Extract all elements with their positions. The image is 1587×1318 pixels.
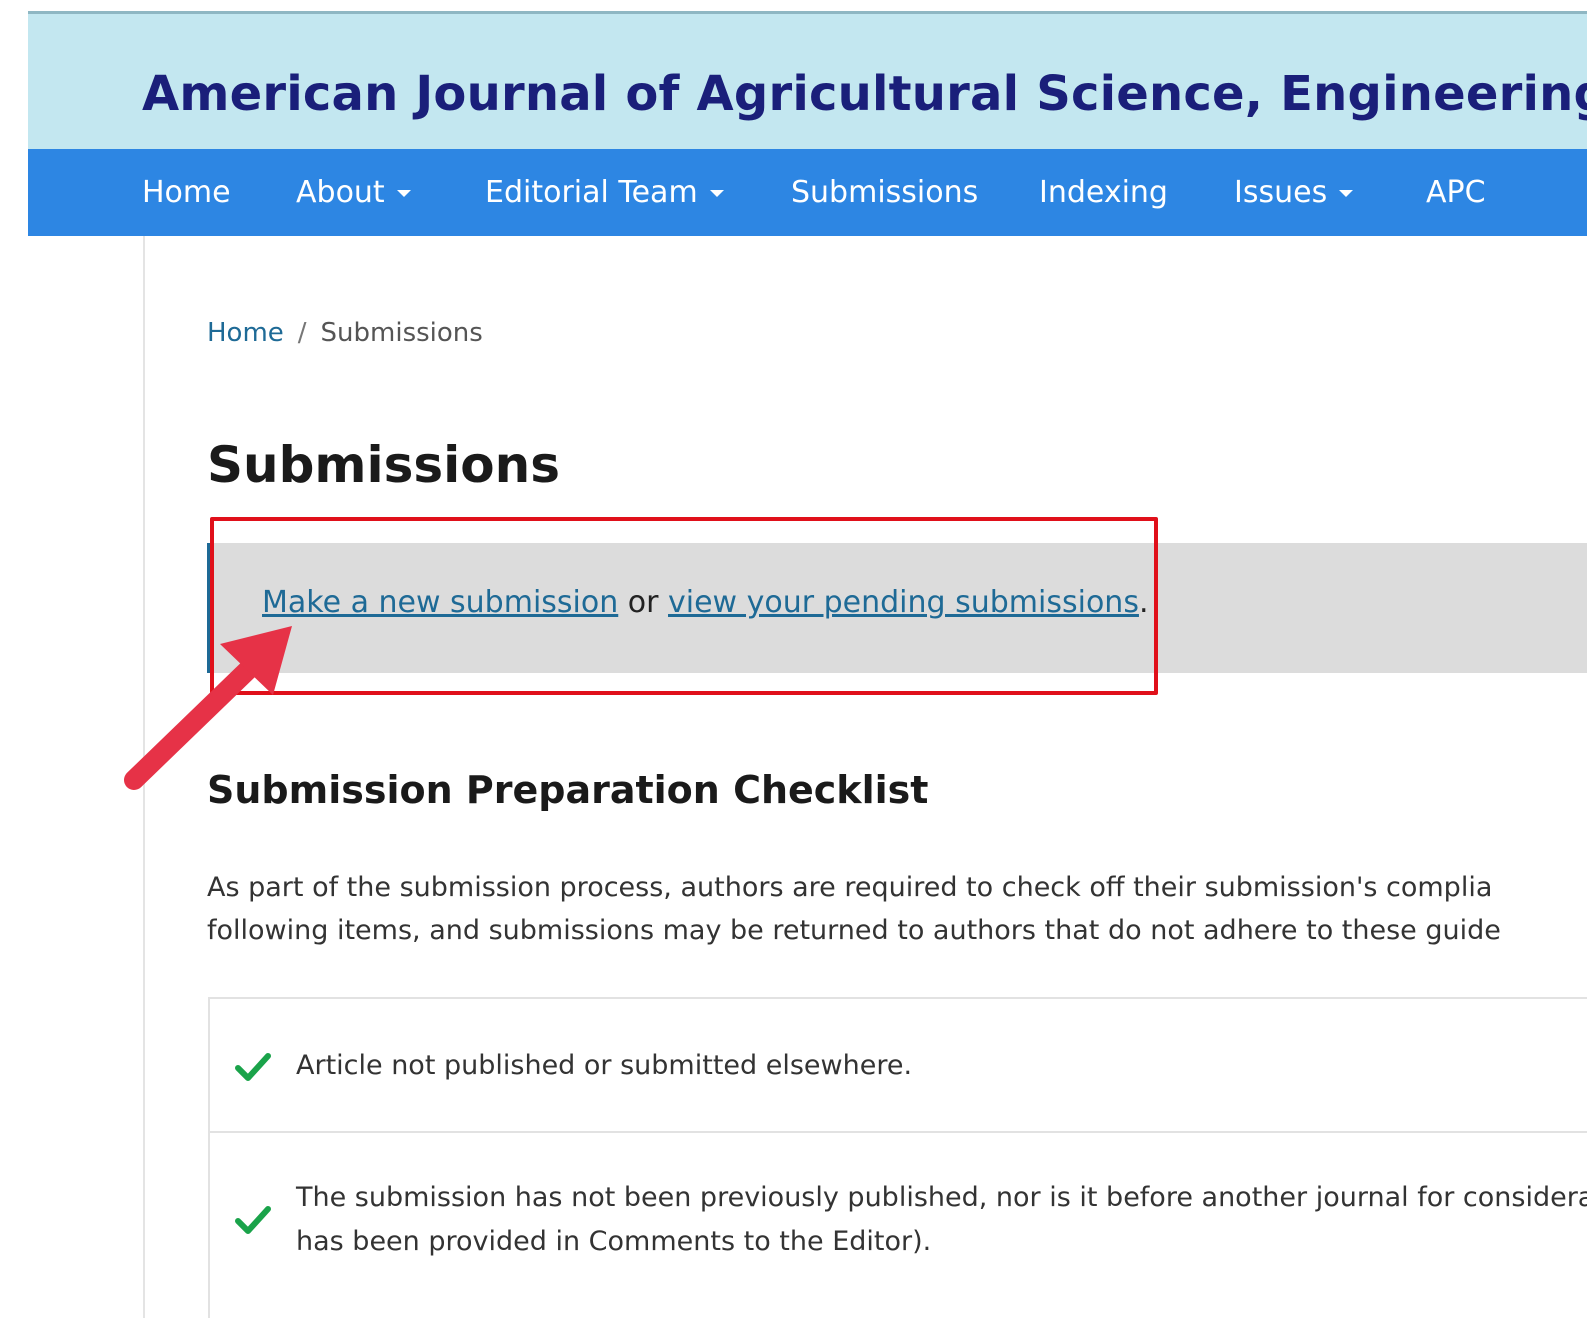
nav-item-apc[interactable]: APC	[1426, 149, 1486, 236]
checklist	[208, 997, 1587, 1318]
breadcrumb-home-link[interactable]: Home	[207, 318, 284, 348]
checklist-item-continued: has been provided in Comments to the Edi…	[296, 1226, 932, 1257]
nav-item-indexing[interactable]: Indexing	[1039, 149, 1168, 236]
nav-item-label: Editorial Team	[485, 175, 698, 210]
checklist-item: Article not published or submitted elsew…	[296, 1050, 913, 1081]
checklist-heading: Submission Preparation Checklist	[207, 768, 929, 812]
caret-down-icon	[1339, 190, 1354, 197]
nav-item-label: About	[296, 175, 385, 210]
notice-period: .	[1138, 585, 1149, 620]
nav-item-label: Home	[142, 175, 231, 210]
breadcrumb-current: Submissions	[320, 318, 483, 348]
top-strip	[28, 0, 1587, 14]
nav-item-about[interactable]: About	[296, 149, 411, 236]
checkmark-icon	[235, 1206, 271, 1234]
new-submission-link[interactable]: Make a new submission	[262, 585, 618, 620]
checklist-intro-line-1: As part of the submission process, autho…	[207, 872, 1493, 903]
nav-item-label: Issues	[1234, 175, 1328, 210]
nav-item-submissions[interactable]: Submissions	[791, 149, 978, 236]
checkmark-icon	[235, 1053, 271, 1081]
breadcrumb-separator: /	[297, 318, 307, 348]
notice-or-text: or	[618, 585, 669, 620]
checklist-divider	[208, 1131, 1587, 1133]
nav-item-label: Submissions	[791, 175, 979, 210]
page-title: Submissions	[207, 436, 561, 494]
main-nav: Home About Editorial Team Submissions In…	[28, 149, 1587, 236]
site-header: American Journal of Agricultural Science…	[28, 14, 1587, 149]
breadcrumb: Home / Submissions	[207, 318, 483, 348]
content-border	[143, 236, 145, 1318]
submission-notice-text: Make a new submission or view your pendi…	[262, 585, 1149, 620]
caret-down-icon	[396, 190, 411, 197]
nav-item-editorial-team[interactable]: Editorial Team	[485, 149, 724, 236]
nav-item-label: Indexing	[1039, 175, 1168, 210]
journal-title[interactable]: American Journal of Agricultural Science…	[142, 66, 1587, 122]
checklist-item: The submission has not been previously p…	[296, 1182, 1587, 1213]
nav-item-label: APC	[1426, 175, 1486, 210]
pending-submissions-link[interactable]: view your pending submissions	[668, 585, 1139, 620]
checklist-intro-line-2: following items, and submissions may be …	[207, 915, 1501, 946]
nav-item-issues[interactable]: Issues	[1234, 149, 1354, 236]
nav-item-home[interactable]: Home	[142, 149, 231, 236]
caret-down-icon	[709, 190, 724, 197]
